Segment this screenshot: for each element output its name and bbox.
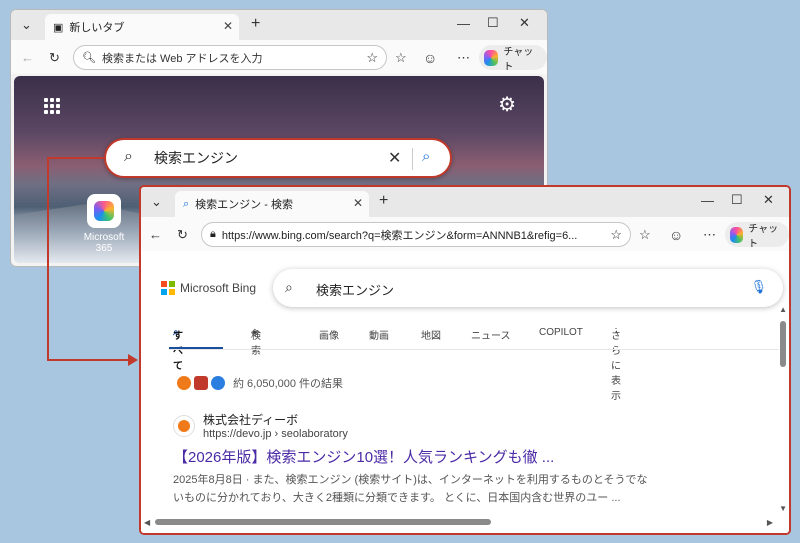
search-icon: ⌕ bbox=[124, 148, 133, 165]
address-placeholder: 検索または Web アドレスを入力 bbox=[101, 52, 263, 65]
result-snippet: 2025年8月8日 · また、検索エンジン (検索サイト)は、インターネットを利… bbox=[173, 471, 713, 507]
tab-actions-chevron-icon[interactable]: ⌄ bbox=[151, 194, 162, 210]
close-window-icon[interactable]: ✕ bbox=[763, 192, 774, 208]
scroll-left-icon[interactable]: ◀ bbox=[144, 518, 150, 527]
search-icon: ⌕ bbox=[285, 279, 293, 295]
scroll-up-icon[interactable]: ▲ bbox=[779, 305, 787, 314]
profile-avatar-icon[interactable]: ☺ bbox=[669, 227, 683, 243]
maximize-icon[interactable]: ☐ bbox=[487, 15, 499, 31]
back-arrow-icon[interactable]: ← bbox=[149, 227, 162, 242]
quicklink-microsoft-365[interactable]: Microsoft 365 bbox=[74, 194, 134, 254]
new-tab-plus-icon[interactable]: + bbox=[379, 192, 388, 210]
url-text: https://www.bing.com/search?q=検索エンジン&for… bbox=[221, 229, 578, 242]
tab-bar: ⌄ ⌕ 検索エンジン - 検索 ✕ + — ☐ ✕ bbox=[141, 187, 789, 217]
search-submit-icon[interactable]: ⌕ bbox=[422, 148, 430, 165]
favorites-list-icon[interactable]: ☆ bbox=[639, 227, 651, 243]
result-count-text: 約 6,050,000 件の結果 bbox=[233, 378, 344, 390]
microsoft-logo-icon bbox=[161, 281, 175, 295]
divider bbox=[412, 148, 413, 170]
tab-new-tab[interactable]: ▣ 新しいタブ ✕ bbox=[45, 14, 239, 40]
clear-search-icon[interactable]: ✕ bbox=[388, 148, 401, 168]
search-favicon-icon: ⌕ bbox=[183, 197, 190, 210]
copilot-icon bbox=[730, 226, 744, 243]
close-tab-icon[interactable]: ✕ bbox=[353, 196, 363, 210]
tab-news[interactable]: ニュース bbox=[471, 327, 511, 342]
tab-videos[interactable]: 動画 bbox=[369, 327, 389, 342]
bing-results-page: Microsoft Bing ⌕ 検索エンジン 🎙︎ ⌕ すべて ◈ 検索 画像… bbox=[141, 251, 789, 533]
search-result: 株式会社ディーボ https://devo.jp › seolaboratory… bbox=[173, 411, 713, 507]
arrow-head-icon bbox=[128, 354, 138, 366]
more-menu-icon[interactable]: ⋯ bbox=[457, 50, 470, 66]
result-count: 約 6,050,000 件の結果 bbox=[177, 375, 343, 391]
chat-button[interactable]: チャット bbox=[725, 222, 789, 250]
arrow-connector bbox=[47, 157, 105, 159]
address-bar[interactable]: 🔒︎ https://www.bing.com/search?q=検索エンジン&… bbox=[201, 222, 631, 247]
site-favicon-icon bbox=[173, 414, 195, 437]
more-menu-icon[interactable]: ⋯ bbox=[703, 227, 716, 243]
minimize-icon[interactable]: — bbox=[457, 16, 470, 31]
favorites-list-icon[interactable]: ☆ bbox=[395, 50, 407, 66]
favorite-star-icon[interactable]: ☆ bbox=[366, 50, 378, 66]
close-tab-icon[interactable]: ✕ bbox=[223, 19, 233, 33]
vertical-scrollbar[interactable] bbox=[780, 321, 786, 367]
newtab-icon: ▣ bbox=[53, 21, 64, 34]
tab-bar: ⌄ ▣ 新しいタブ ✕ + — ☐ ✕ bbox=[11, 10, 547, 40]
snippet-line: いものに分かれており、大きく2種類に分類できます。 とくに、日本国内含む世界のユ… bbox=[173, 492, 621, 504]
refresh-icon[interactable]: ↻ bbox=[49, 50, 60, 66]
ntp-search-box[interactable]: ⌕ 検索エンジン ✕ ⌕ bbox=[104, 138, 452, 178]
address-bar[interactable]: 🔍︎ 検索または Web アドレスを入力 ☆ bbox=[73, 45, 387, 70]
tab-title: 新しいタブ bbox=[69, 22, 125, 34]
scroll-right-icon[interactable]: ▶ bbox=[767, 518, 773, 527]
back-arrow-icon[interactable]: ← bbox=[21, 50, 34, 65]
toolbar: ← ↻ 🔒︎ https://www.bing.com/search?q=検索エ… bbox=[141, 217, 789, 251]
scroll-down-icon[interactable]: ▼ bbox=[779, 504, 787, 513]
site-url: https://devo.jp › seolaboratory bbox=[203, 428, 348, 440]
site-favicon-icon bbox=[194, 376, 208, 390]
horizontal-scrollbar[interactable] bbox=[155, 519, 491, 525]
chat-button[interactable]: チャット bbox=[479, 45, 547, 73]
arrow-connector bbox=[47, 158, 49, 361]
tab-label: さらに表示 bbox=[611, 331, 621, 402]
microsoft-365-icon bbox=[87, 194, 121, 228]
chat-label: チャット bbox=[748, 223, 779, 250]
profile-avatar-icon[interactable]: ☺ bbox=[423, 50, 437, 66]
tab-label: 検索 bbox=[251, 331, 261, 357]
new-tab-plus-icon[interactable]: + bbox=[251, 15, 260, 33]
maximize-icon[interactable]: ☐ bbox=[731, 192, 743, 208]
search-nav: ⌕ すべて ◈ 検索 画像 動画 地図 ニュース COPILOT ⋮ さらに表示 bbox=[169, 327, 779, 402]
tab-actions-chevron-icon[interactable]: ⌄ bbox=[21, 17, 32, 33]
result-site[interactable]: 株式会社ディーボ https://devo.jp › seolaboratory bbox=[173, 411, 713, 440]
quicklink-label: Microsoft 365 bbox=[83, 232, 125, 254]
search-query: 検索エンジン bbox=[316, 283, 395, 298]
tab-maps[interactable]: 地図 bbox=[421, 327, 441, 342]
tab-images[interactable]: 画像 bbox=[319, 327, 339, 342]
favorite-star-icon[interactable]: ☆ bbox=[610, 227, 622, 243]
app-launcher-icon[interactable] bbox=[44, 98, 60, 114]
bing-logo-text: Microsoft Bing bbox=[180, 281, 257, 295]
close-window-icon[interactable]: ✕ bbox=[519, 15, 530, 31]
microphone-icon[interactable]: 🎙︎ bbox=[750, 279, 767, 295]
chat-label: チャット bbox=[503, 46, 534, 73]
result-title-link[interactable]: 【2026年版】検索エンジン10選！人気ランキングも徹 ... bbox=[173, 446, 713, 467]
refresh-icon[interactable]: ↻ bbox=[177, 227, 188, 243]
tab-bing-search[interactable]: ⌕ 検索エンジン - 検索 ✕ bbox=[175, 191, 369, 217]
bing-search-box[interactable]: ⌕ 検索エンジン 🎙︎ bbox=[273, 269, 783, 307]
toolbar: ← ↻ 🔍︎ 検索または Web アドレスを入力 ☆ ☆ ☺ ⋯ チャット bbox=[11, 40, 547, 74]
snippet-line: 2025年8月8日 · また、検索エンジン (検索サイト)は、インターネットを利… bbox=[173, 474, 648, 486]
search-icon: 🔍︎ bbox=[82, 52, 96, 64]
tab-title: 検索エンジン - 検索 bbox=[195, 199, 293, 211]
settings-gear-icon[interactable]: ⚙ bbox=[498, 92, 516, 117]
divider bbox=[169, 349, 779, 350]
lock-icon: 🔒︎ bbox=[210, 228, 216, 240]
tab-copilot[interactable]: COPILOT bbox=[539, 327, 583, 338]
browser-window-bing: ⌄ ⌕ 検索エンジン - 検索 ✕ + — ☐ ✕ ← ↻ 🔒︎ https:/… bbox=[139, 185, 791, 535]
site-favicon-icon bbox=[177, 376, 191, 390]
arrow-connector bbox=[47, 359, 131, 361]
site-name: 株式会社ディーボ bbox=[203, 413, 299, 427]
copilot-icon bbox=[484, 49, 499, 66]
ntp-search-text: 検索エンジン bbox=[154, 150, 238, 166]
minimize-icon[interactable]: — bbox=[701, 193, 714, 208]
site-favicon-icon bbox=[211, 376, 225, 390]
bing-logo[interactable]: Microsoft Bing bbox=[161, 281, 256, 295]
